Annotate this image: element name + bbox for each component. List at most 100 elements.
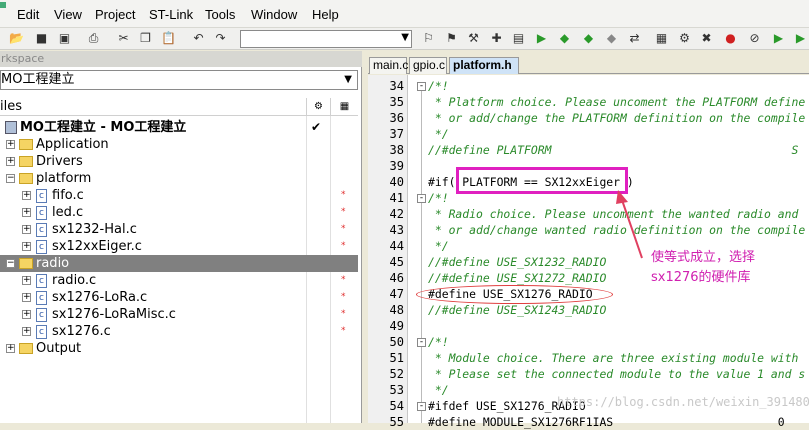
- files-header-label: iles: [0, 99, 22, 114]
- expand-icon[interactable]: +: [22, 327, 31, 336]
- options-column-icon[interactable]: ⚙: [306, 98, 330, 116]
- file-label: sx1276.c: [52, 324, 111, 339]
- folder-icon: [19, 173, 33, 184]
- debug-without-download-icon[interactable]: ▶: [792, 30, 809, 47]
- download-debug-icon[interactable]: ▶: [770, 30, 787, 47]
- file-item[interactable]: + c sx12xxEiger.c *: [0, 238, 358, 255]
- folder-item[interactable]: + Application: [0, 136, 358, 153]
- undo-icon[interactable]: ↶: [190, 30, 207, 47]
- project-item[interactable]: MO工程建立 - MO工程建立 ✔: [0, 119, 358, 136]
- find-icon[interactable]: ⚐: [420, 30, 437, 47]
- line-number: 48: [389, 303, 404, 317]
- navigate-icon[interactable]: ⇄: [626, 30, 643, 47]
- line-number: 40: [389, 175, 404, 189]
- line-number: 54: [389, 399, 404, 413]
- code-line: * Please set the connected module to the…: [428, 367, 806, 381]
- c-file-icon: c: [36, 240, 47, 254]
- folder-item[interactable]: + Drivers: [0, 153, 358, 170]
- code-line: /*!: [428, 79, 449, 93]
- stop-build-icon[interactable]: ✖: [698, 30, 715, 47]
- menu-edit[interactable]: Edit: [17, 7, 39, 22]
- line-number: 51: [389, 351, 404, 365]
- cut-icon[interactable]: ✂: [115, 30, 132, 47]
- expand-icon[interactable]: +: [22, 276, 31, 285]
- c-file-icon: c: [36, 325, 47, 339]
- fold-toggle-icon[interactable]: -: [417, 338, 426, 347]
- collapse-icon[interactable]: −: [6, 174, 15, 183]
- target-select[interactable]: MO工程建立 ▼: [0, 70, 358, 90]
- expand-icon[interactable]: +: [22, 293, 31, 302]
- menu-tools[interactable]: Tools: [205, 7, 235, 22]
- expand-icon[interactable]: +: [22, 242, 31, 251]
- tab-platform-h[interactable]: platform.h: [449, 57, 519, 74]
- line-number: 36: [389, 111, 404, 125]
- menu-window[interactable]: Window: [251, 7, 297, 22]
- file-item[interactable]: + c radio.c *: [0, 272, 358, 289]
- copy-icon[interactable]: ❐: [137, 30, 154, 47]
- save-all-icon[interactable]: ▣: [56, 30, 73, 47]
- workspace-pane: rkspace MO工程建立 ▼ iles ⚙ ▦ MO工程建立 - MO工程建立…: [0, 51, 362, 423]
- highlight-ellipse: [416, 285, 613, 304]
- clear-bookmarks-icon[interactable]: ◆: [603, 30, 620, 47]
- folder-icon: [19, 156, 33, 167]
- expand-icon[interactable]: +: [22, 208, 31, 217]
- expand-icon[interactable]: +: [22, 225, 31, 234]
- make-icon[interactable]: ⚙: [676, 30, 693, 47]
- open-folder-icon[interactable]: 📂: [8, 30, 25, 47]
- paste-icon[interactable]: 📋: [160, 30, 177, 47]
- folder-icon: [19, 139, 33, 150]
- line-number: 43: [389, 223, 404, 237]
- build-column-icon[interactable]: ▦: [330, 98, 358, 116]
- folder-icon: [19, 258, 33, 269]
- menu-view[interactable]: View: [54, 7, 82, 22]
- tab-gpio-c[interactable]: gpio.c: [409, 57, 447, 74]
- folder-item[interactable]: + Output: [0, 340, 358, 357]
- file-label: sx1232-Hal.c: [52, 222, 137, 237]
- expand-icon[interactable]: +: [6, 140, 15, 149]
- file-item[interactable]: + c sx1232-Hal.c *: [0, 221, 358, 238]
- menu-bar: Edit View Project ST-Link Tools Window H…: [0, 0, 809, 28]
- file-item[interactable]: + c led.c *: [0, 204, 358, 221]
- bookmark-icon[interactable]: ▤: [510, 30, 527, 47]
- menu-help[interactable]: Help: [312, 7, 339, 22]
- file-item[interactable]: + c sx1276-LoRaMisc.c *: [0, 306, 358, 323]
- chevron-down-icon[interactable]: ▼: [401, 32, 409, 43]
- line-number: 52: [389, 367, 404, 381]
- code-line: /*!: [428, 335, 449, 349]
- replace-icon[interactable]: ⚒: [465, 30, 482, 47]
- chevron-down-icon[interactable]: ▼: [344, 71, 352, 89]
- expand-icon[interactable]: +: [22, 191, 31, 200]
- expand-icon[interactable]: +: [6, 157, 15, 166]
- prev-bookmark-icon[interactable]: ◆: [556, 30, 573, 47]
- expand-icon[interactable]: +: [6, 344, 15, 353]
- fold-toggle-icon[interactable]: -: [417, 82, 426, 91]
- expand-icon[interactable]: +: [22, 310, 31, 319]
- folder-item[interactable]: − platform: [0, 170, 358, 187]
- file-item[interactable]: + c sx1276-LoRa.c *: [0, 289, 358, 306]
- toolbar-combo-input[interactable]: ▼: [240, 30, 412, 48]
- tab-main-c[interactable]: main.c: [369, 57, 408, 74]
- modified-marker: *: [341, 207, 346, 217]
- line-number: 44: [389, 239, 404, 253]
- file-item[interactable]: + c sx1276.c *: [0, 323, 358, 340]
- collapse-icon[interactable]: −: [6, 259, 15, 268]
- save-icon[interactable]: ■: [33, 30, 50, 47]
- find-next-icon[interactable]: ⚑: [443, 30, 460, 47]
- line-number-gutter: 34 35 36 37 38 39 40 41 42 43 44 45 46 47 48 49 50 51 52 53…: [368, 75, 408, 429]
- print-icon[interactable]: ⎙: [85, 30, 102, 47]
- menu-st-link[interactable]: ST-Link: [149, 7, 193, 22]
- goto-icon[interactable]: ✚: [488, 30, 505, 47]
- c-file-icon: c: [36, 308, 47, 322]
- disable-breakpoints-icon[interactable]: ⊘: [746, 30, 763, 47]
- compile-icon[interactable]: ▦: [653, 30, 670, 47]
- toggle-bookmark-icon[interactable]: ◆: [580, 30, 597, 47]
- menu-project[interactable]: Project: [95, 7, 135, 22]
- file-item[interactable]: + c fifo.c *: [0, 187, 358, 204]
- c-file-icon: c: [36, 223, 47, 237]
- fold-toggle-icon[interactable]: -: [417, 194, 426, 203]
- fold-toggle-icon[interactable]: -: [417, 402, 426, 411]
- redo-icon[interactable]: ↷: [212, 30, 229, 47]
- next-bookmark-icon[interactable]: ▶: [533, 30, 550, 47]
- breakpoint-icon[interactable]: ●: [722, 30, 739, 47]
- folder-item[interactable]: − radio: [0, 255, 358, 272]
